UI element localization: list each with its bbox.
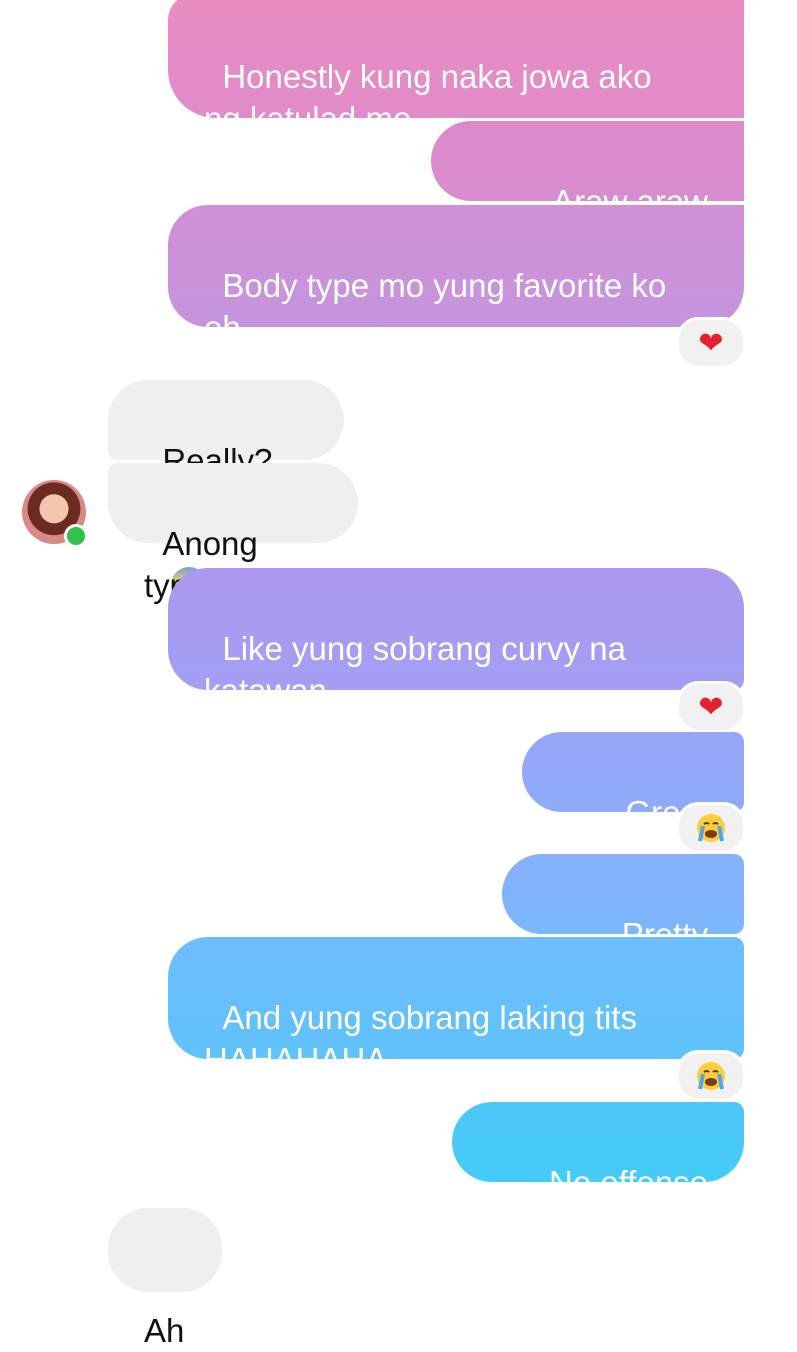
outgoing-message[interactable]: And yung sobrang laking tits HAHAHAHA <box>168 937 744 1078</box>
crying-face-icon <box>697 814 725 842</box>
crying-face-icon <box>697 1062 725 1090</box>
incoming-message[interactable]: Really? <box>108 380 344 603</box>
outgoing-message[interactable]: Pretty face <box>502 854 744 995</box>
heart-reaction[interactable]: ❤ <box>676 681 746 733</box>
outgoing-message[interactable]: Honestly kung naka jowa ako ng katulad m… <box>168 0 744 137</box>
incoming-message[interactable]: Anong type <box>108 463 358 604</box>
crying-reaction[interactable] <box>676 802 746 854</box>
outgoing-message[interactable]: Body type mo yung favorite ko eh <box>168 205 744 346</box>
message-text: Ah <box>144 1312 185 1349</box>
crying-reaction[interactable] <box>676 1050 746 1102</box>
message-text: No offense ah <box>548 1164 718 1243</box>
online-status-indicator <box>64 524 88 548</box>
outgoing-message[interactable]: Araw araw fuck <box>431 121 744 262</box>
outgoing-message[interactable]: Great ass <box>522 732 744 873</box>
heart-icon: ❤ <box>698 325 724 361</box>
message-text: And yung sobrang laking tits HAHAHAHA <box>204 999 637 1078</box>
heart-reaction[interactable]: ❤ <box>676 317 746 369</box>
message-text: Like yung sobrang curvy na katawan <box>204 630 626 709</box>
incoming-message[interactable]: Ah <box>108 1208 222 1349</box>
outgoing-message[interactable]: No offense ah <box>452 1102 744 1243</box>
outgoing-message[interactable]: Like yung sobrang curvy na katawan <box>168 568 744 709</box>
message-text: Body type mo yung favorite ko eh <box>204 267 667 346</box>
heart-icon: ❤ <box>698 689 724 725</box>
